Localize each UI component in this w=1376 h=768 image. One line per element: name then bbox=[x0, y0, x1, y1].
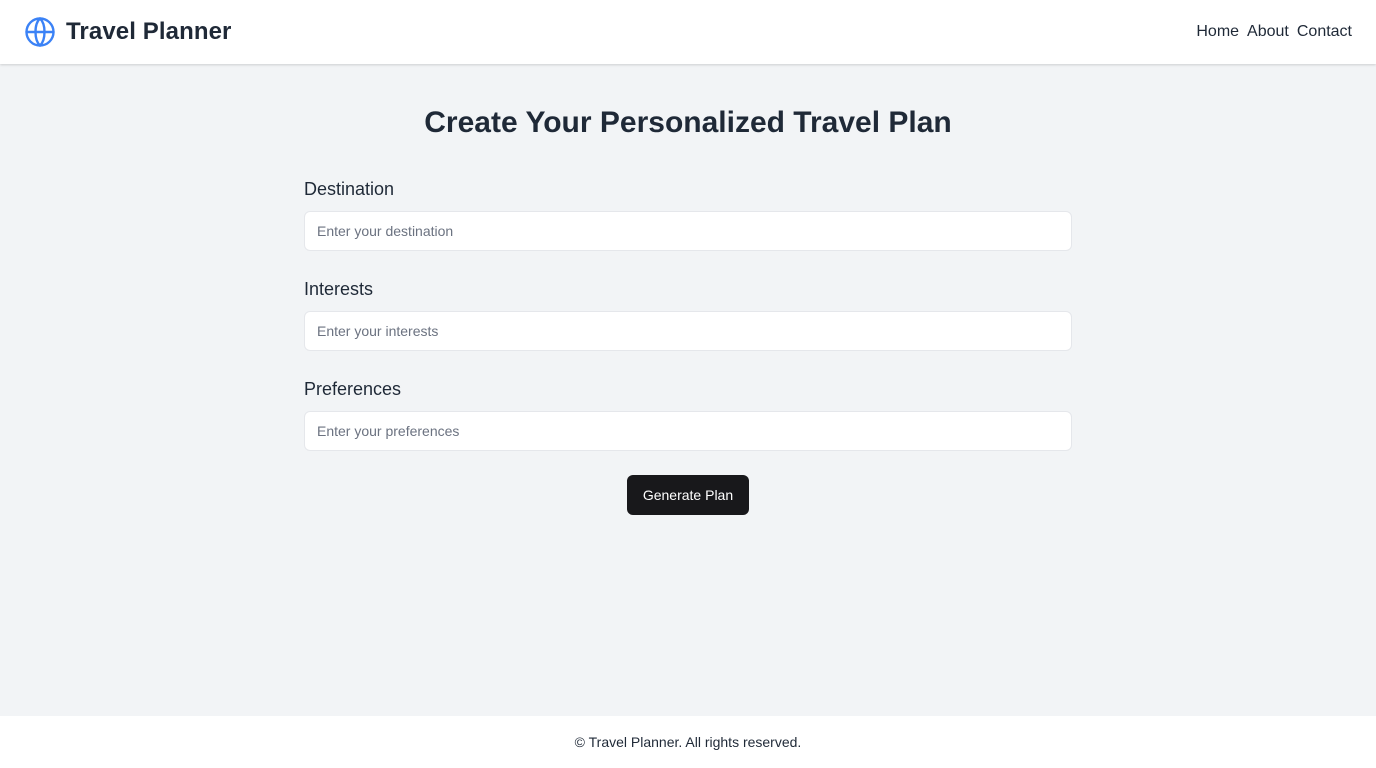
destination-label: Destination bbox=[304, 179, 395, 199]
preferences-field-group: Preferences bbox=[304, 375, 1072, 451]
site-header: Travel Planner Home About Contact bbox=[0, 0, 1376, 64]
page-title: Create Your Personalized Travel Plan bbox=[424, 106, 952, 139]
brand-title: Travel Planner bbox=[66, 18, 232, 45]
preferences-input[interactable] bbox=[304, 411, 1072, 451]
copyright-text: © Travel Planner. All rights reserved. bbox=[574, 734, 802, 750]
generate-plan-button[interactable]: Generate Plan bbox=[626, 475, 750, 515]
nav-link-contact[interactable]: Contact bbox=[1297, 23, 1352, 41]
brand[interactable]: Travel Planner bbox=[24, 16, 232, 48]
travel-plan-form: Destination Interests Preferences Genera… bbox=[304, 175, 1072, 515]
main-nav: Home About Contact bbox=[1196, 23, 1352, 41]
nav-link-about[interactable]: About bbox=[1247, 23, 1289, 41]
form-actions: Generate Plan bbox=[304, 475, 1072, 515]
site-footer: © Travel Planner. All rights reserved. bbox=[0, 716, 1376, 768]
interests-label: Interests bbox=[304, 279, 374, 299]
destination-field-group: Destination bbox=[304, 175, 1072, 251]
interests-field-group: Interests bbox=[304, 275, 1072, 351]
globe-icon bbox=[24, 16, 56, 48]
preferences-label: Preferences bbox=[304, 379, 402, 399]
interests-input[interactable] bbox=[304, 311, 1072, 351]
plan-form-section: Create Your Personalized Travel Plan Des… bbox=[304, 64, 1072, 515]
destination-input[interactable] bbox=[304, 211, 1072, 251]
nav-link-home[interactable]: Home bbox=[1196, 23, 1239, 41]
